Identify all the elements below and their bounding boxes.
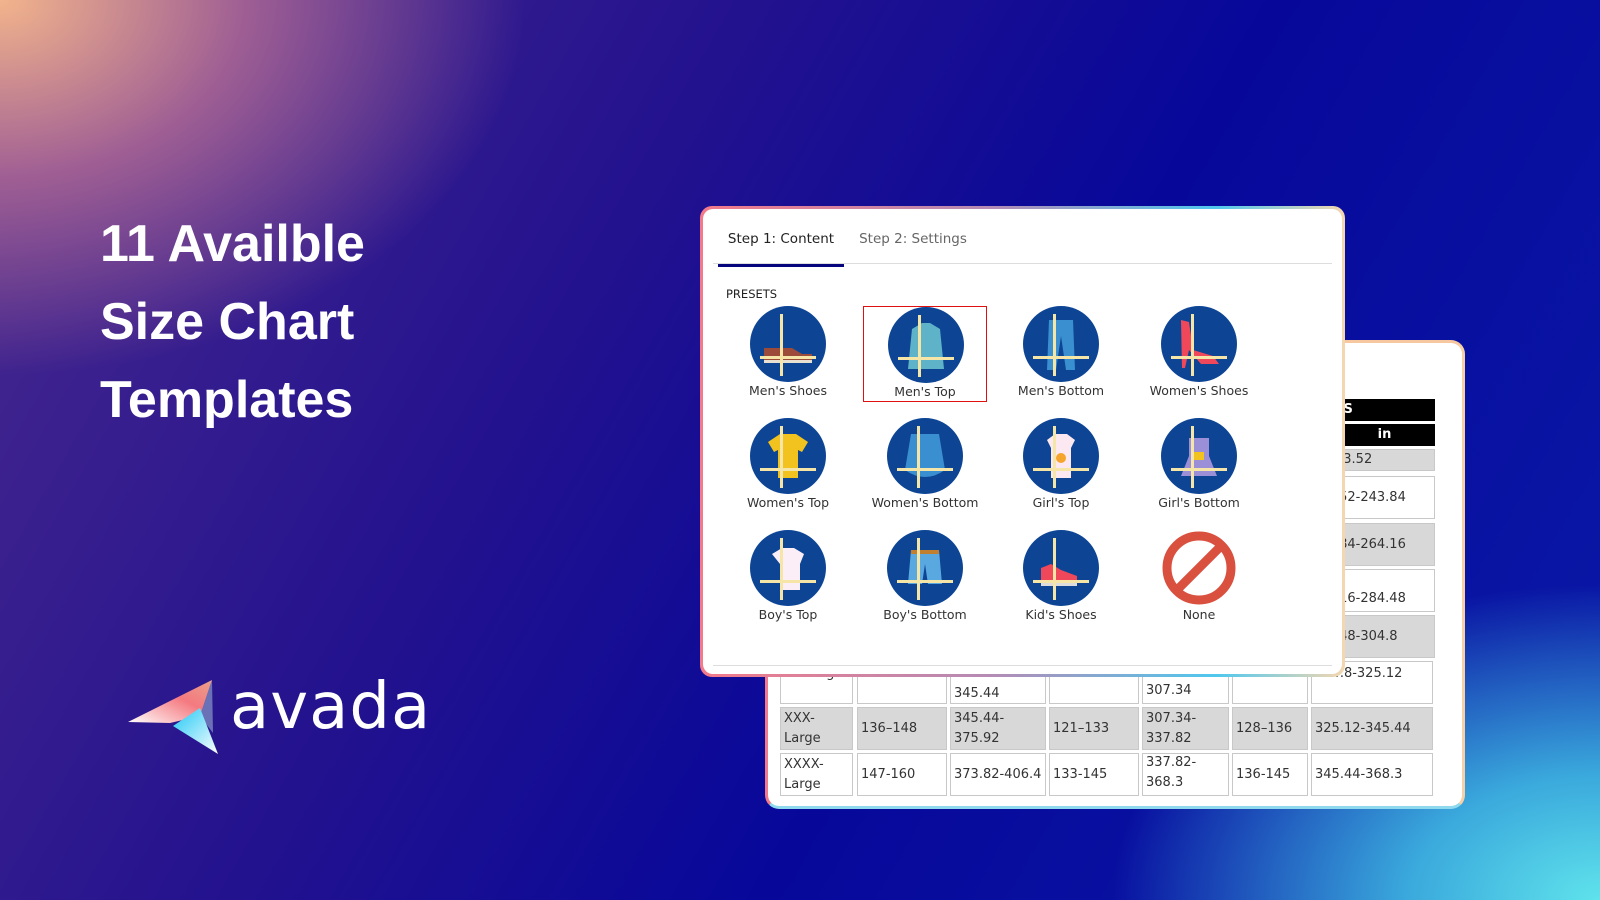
avada-logo-icon	[128, 680, 218, 754]
womens-bottom-icon	[887, 418, 963, 494]
table-cell: 337.82-368.3	[1142, 753, 1229, 796]
preset-mens-bottom[interactable]: Men's Bottom	[999, 306, 1123, 402]
preset-label: Girl's Top	[1032, 495, 1090, 510]
presets-label: PRESETS	[726, 287, 778, 301]
preset-girls-top[interactable]: Girl's Top	[999, 418, 1123, 514]
preset-boys-bottom[interactable]: Boy's Bottom	[863, 530, 987, 626]
table-cell: 121–133	[1049, 707, 1139, 750]
preset-womens-top[interactable]: Women's Top	[726, 418, 850, 514]
hero-line: 11 Availble	[100, 215, 365, 273]
table-cell: 325.12-345.44	[1311, 707, 1433, 750]
table-cell: 136-145	[1232, 753, 1308, 796]
table-cell: 136–148	[857, 707, 947, 750]
hero-line: Size Chart	[100, 293, 355, 351]
mens-shoes-icon	[750, 306, 826, 382]
preset-label: Women's Shoes	[1149, 383, 1249, 398]
boys-bottom-icon	[887, 530, 963, 606]
tab-settings[interactable]: Step 2: Settings	[853, 229, 973, 267]
preset-label: Men's Bottom	[1017, 383, 1105, 398]
avada-logo: avada	[128, 670, 430, 758]
hero-heading: 11 Availble Size Chart Templates	[100, 205, 365, 439]
preset-label: Girl's Bottom	[1158, 495, 1240, 510]
preset-none[interactable]: None	[1137, 530, 1261, 626]
table-cell: 128–136	[1232, 707, 1308, 750]
tab-divider	[713, 263, 1332, 264]
preset-womens-bottom[interactable]: Women's Bottom	[863, 418, 987, 514]
table-cell: 345.44-368.3	[1311, 753, 1433, 796]
logo-text: avada	[230, 670, 432, 744]
preset-label: Boy's Top	[758, 607, 818, 622]
preset-label: Men's Top	[894, 384, 956, 399]
preset-label: Women's Bottom	[871, 495, 979, 510]
size-chart-dialog: Step 1: Content Step 2: Settings PRESETS…	[700, 206, 1345, 677]
hero-line: Templates	[100, 371, 354, 429]
tab-content[interactable]: Step 1: Content	[718, 229, 844, 267]
table-cell: 373.82-406.4	[950, 753, 1046, 796]
table-cell: XXX-Large	[780, 707, 853, 750]
girls-bottom-icon	[1161, 418, 1237, 494]
preset-mens-shoes[interactable]: Men's Shoes	[726, 306, 850, 402]
girls-top-icon	[1023, 418, 1099, 494]
none-icon	[1162, 531, 1236, 605]
preset-boys-top[interactable]: Boy's Top	[726, 530, 850, 626]
preset-mens-top[interactable]: Men's Top	[863, 306, 987, 402]
preset-womens-shoes[interactable]: Women's Shoes	[1137, 306, 1261, 402]
womens-shoes-icon	[1161, 306, 1237, 382]
mens-top-icon	[888, 307, 964, 383]
table-cell: 345.44-375.92	[950, 707, 1046, 750]
kids-shoes-icon	[1023, 530, 1099, 606]
preset-label: Kid's Shoes	[1025, 607, 1097, 622]
preset-kids-shoes[interactable]: Kid's Shoes	[999, 530, 1123, 626]
womens-top-icon	[750, 418, 826, 494]
mens-bottom-icon	[1023, 306, 1099, 382]
preset-label: None	[1182, 607, 1216, 622]
boys-top-icon	[750, 530, 826, 606]
table-cell: XXXX- Large	[780, 753, 853, 796]
table-cell: 307.34- 337.82	[1142, 707, 1229, 750]
preset-label: Boy's Bottom	[883, 607, 967, 622]
preset-label: Men's Shoes	[748, 383, 828, 398]
table-cell: 133-145	[1049, 753, 1139, 796]
preset-label: Women's Top	[746, 495, 830, 510]
preset-girls-bottom[interactable]: Girl's Bottom	[1137, 418, 1261, 514]
table-cell: 147-160	[857, 753, 947, 796]
bottom-divider	[713, 665, 1332, 666]
